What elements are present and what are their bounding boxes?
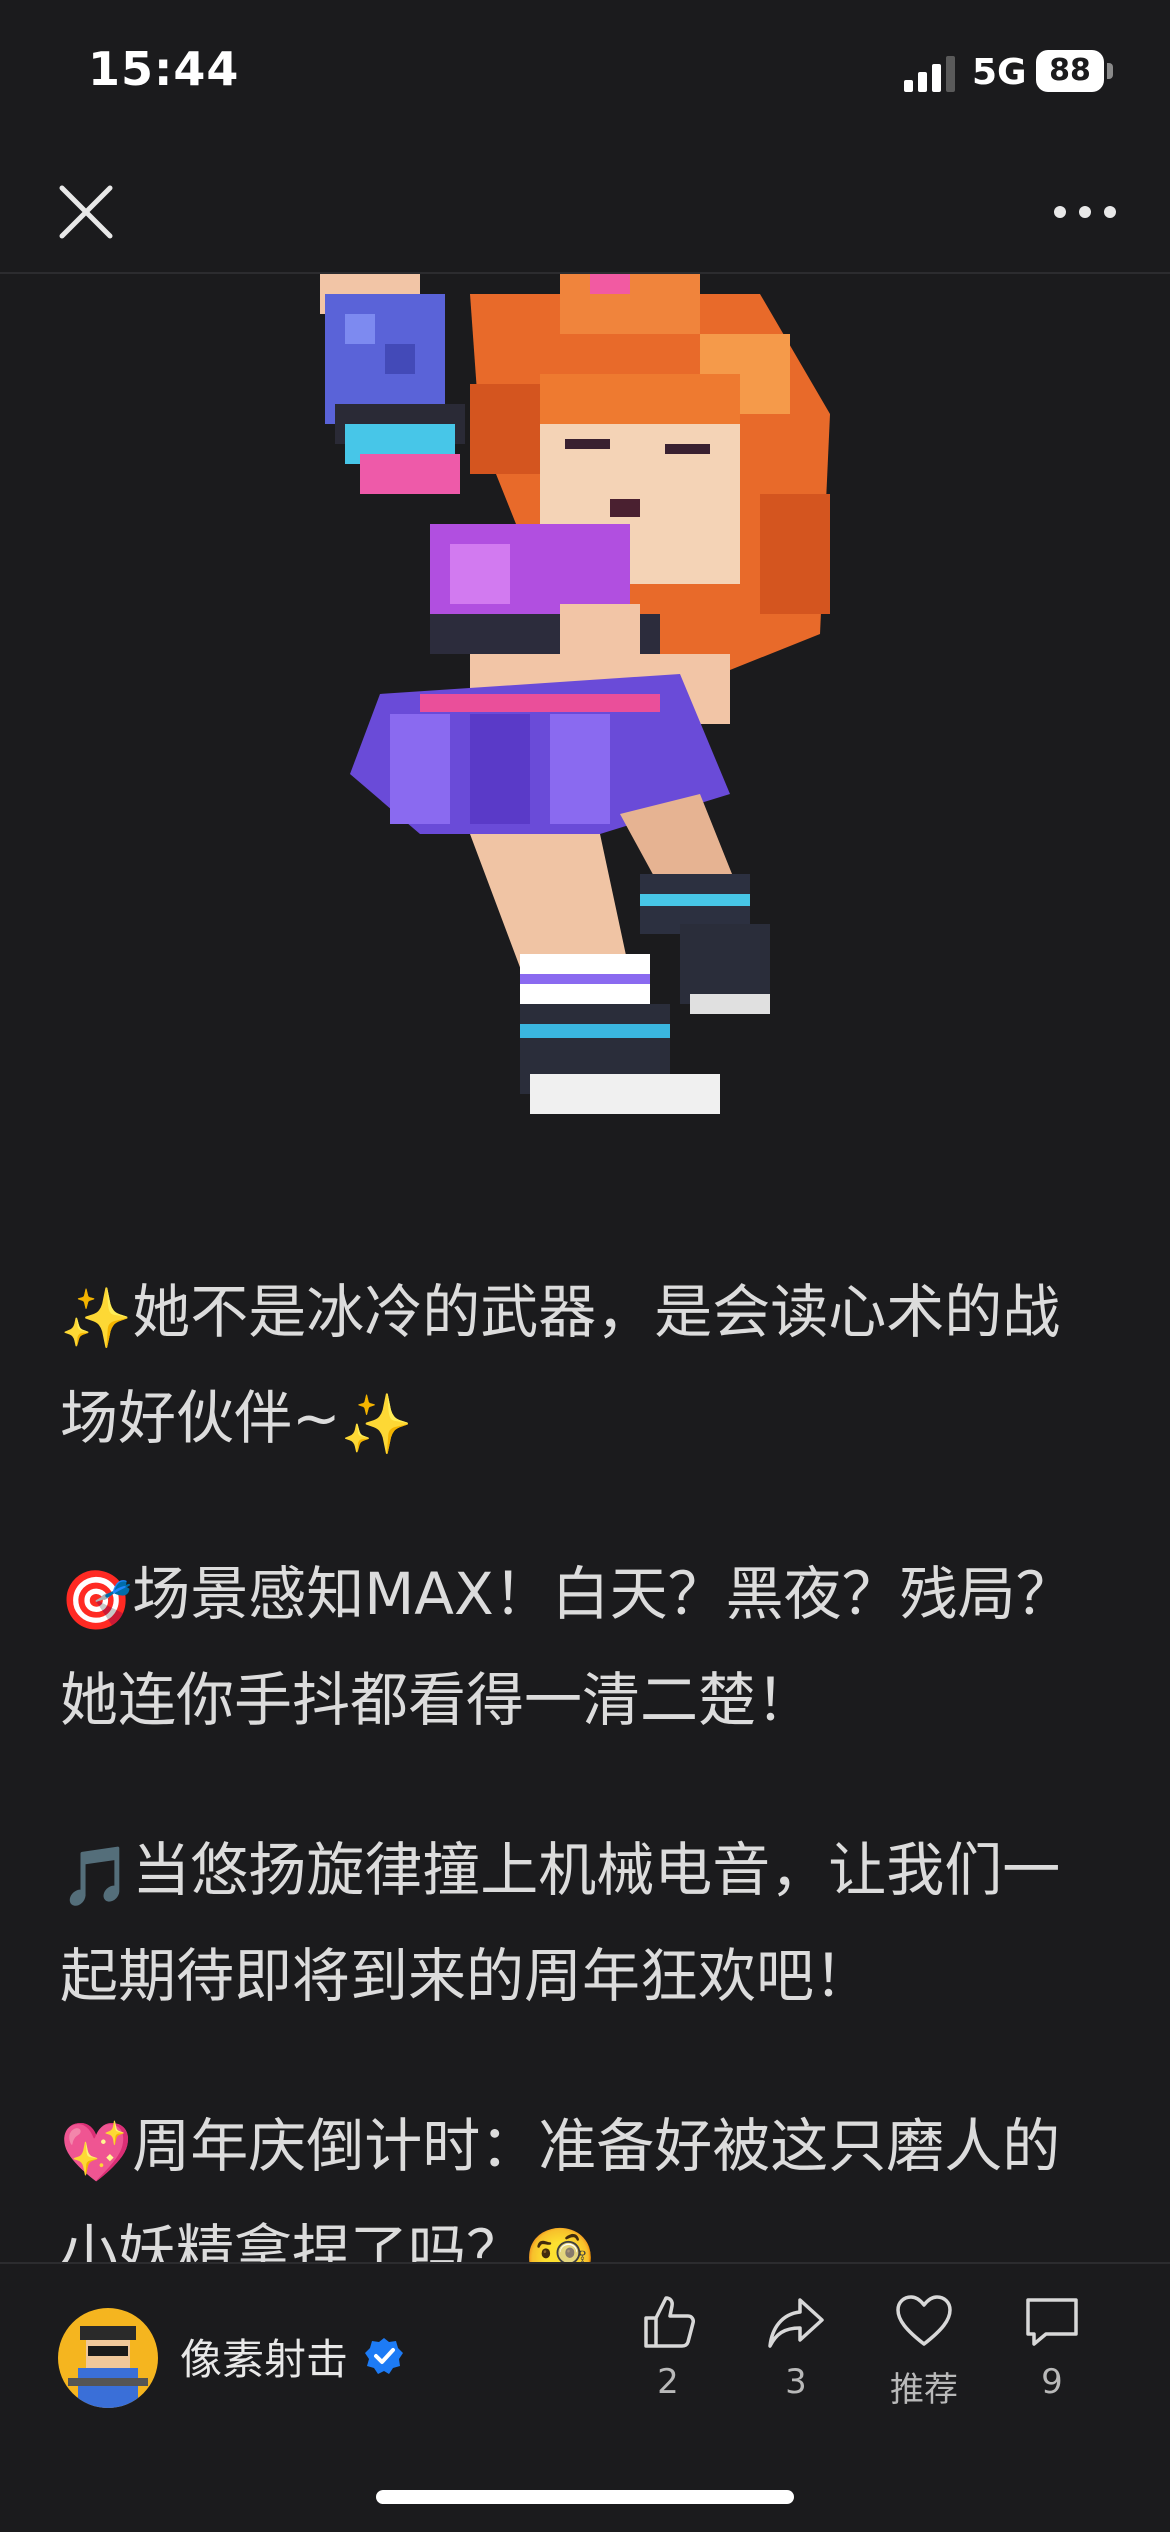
verified-icon (365, 2338, 403, 2374)
post-paragraph: 🎯场景感知MAX！白天？黑夜？残局？她连你手抖都看得一清二楚！ (60, 1544, 1115, 1750)
signal-icon (904, 56, 955, 92)
battery-level: 88 (1036, 50, 1104, 92)
heart-icon: 💖 (60, 2118, 133, 2186)
like-button[interactable]: 2 (608, 2292, 728, 2402)
paragraph-text: 她不是冰冷的武器，是会读心术的战场好伙伴~ (60, 1278, 1061, 1452)
post-body: ✨她不是冰冷的武器，是会读心术的战场好伙伴~✨ 🎯场景感知MAX！白天？黑夜？残… (60, 1262, 1115, 2378)
sparkles-icon: ✨ (60, 1284, 133, 1352)
comment-icon (1026, 2298, 1078, 2346)
paragraph-text: 当悠扬旋律撞上机械电音，让我们一起期待即将到来的周年狂欢吧！ (60, 1836, 1061, 2010)
avatar-image (58, 2308, 158, 2408)
share-count: 3 (785, 2362, 807, 2402)
battery-icon: 88 (1036, 50, 1114, 92)
battery-cap (1107, 63, 1113, 79)
share-button[interactable]: 3 (736, 2292, 856, 2402)
post-paragraph: ✨她不是冰冷的武器，是会读心术的战场好伙伴~✨ (60, 1262, 1115, 1474)
recommend-button[interactable]: 推荐 (864, 2292, 984, 2411)
more-icon[interactable] (1050, 194, 1120, 230)
heart-outline-icon (896, 2295, 952, 2346)
like-count: 2 (657, 2362, 679, 2402)
author-name[interactable]: 像素射击 (180, 2326, 348, 2387)
avatar[interactable] (58, 2308, 158, 2408)
close-icon[interactable] (54, 180, 118, 244)
comment-button[interactable]: 9 (992, 2292, 1112, 2402)
thumbs-up-icon (644, 2296, 695, 2348)
comment-count: 9 (1041, 2362, 1063, 2402)
post-image[interactable] (0, 274, 1170, 1174)
top-nav (0, 150, 1170, 274)
target-icon: 🎯 (60, 1566, 133, 1634)
post-paragraph: 🎵当悠扬旋律撞上机械电音，让我们一起期待即将到来的周年狂欢吧！ (60, 1820, 1115, 2026)
character-arm (320, 274, 465, 494)
sparkles-icon: ✨ (340, 1390, 413, 1458)
status-time: 15:44 (88, 42, 240, 96)
share-icon (768, 2298, 824, 2348)
home-indicator[interactable] (376, 2490, 794, 2504)
paragraph-text: 场景感知MAX！白天？黑夜？残局？她连你手抖都看得一清二楚！ (60, 1560, 1074, 1734)
status-bar: 15:44 5G 88 (0, 0, 1170, 150)
music-note-icon: 🎵 (60, 1842, 133, 1910)
network-label: 5G (972, 52, 1027, 93)
recommend-label: 推荐 (890, 2370, 958, 2410)
